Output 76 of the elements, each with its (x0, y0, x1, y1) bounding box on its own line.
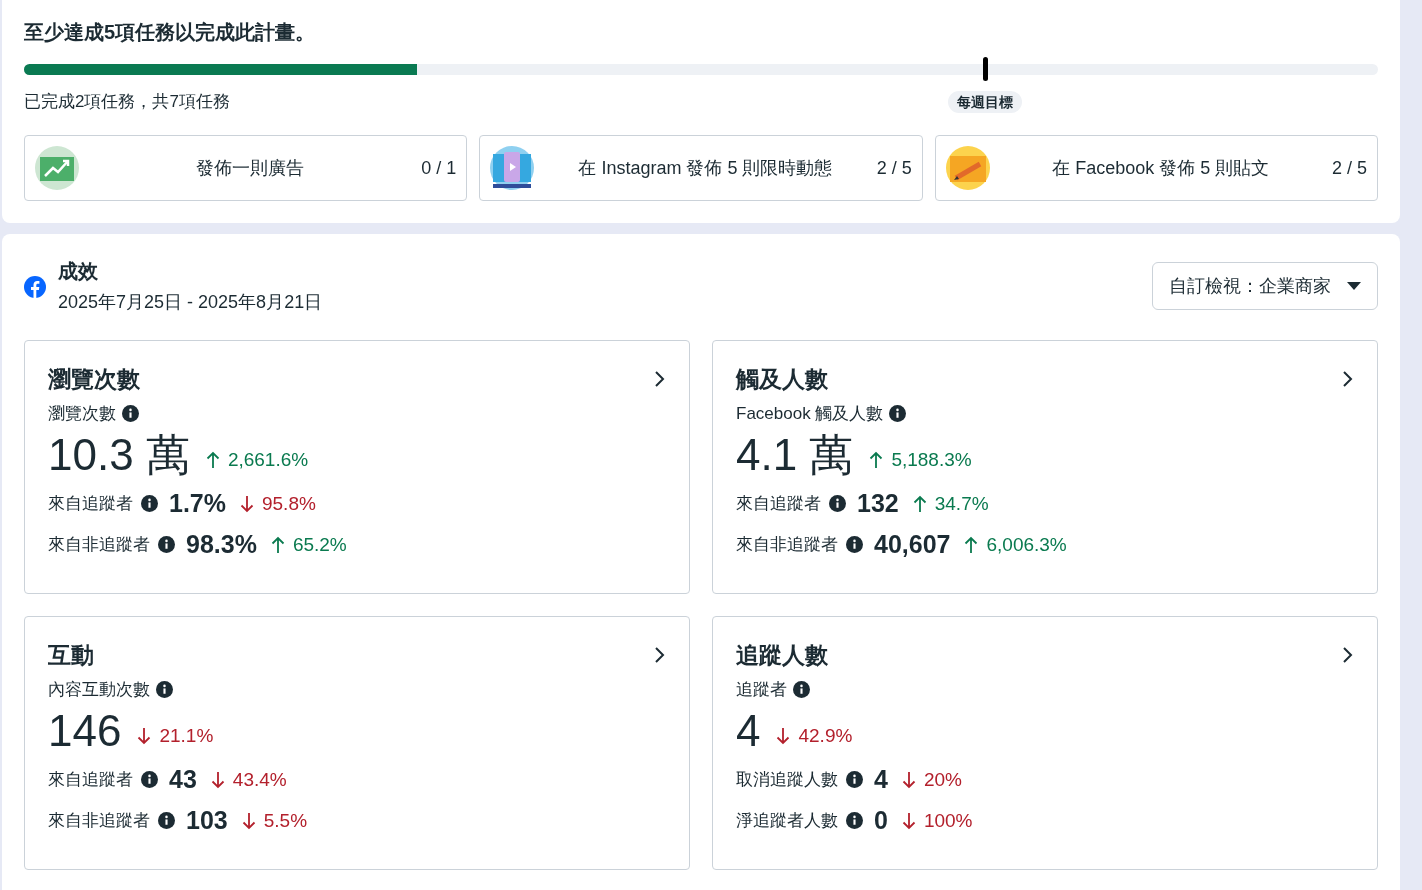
task-card[interactable]: 在 Instagram 發佈 5 則限時動態 2 / 5 (479, 135, 923, 201)
task-label: 在 Instagram 發佈 5 則限時動態 (577, 157, 834, 180)
progress-summary: 已完成2項任務，共7項任務 (24, 92, 230, 111)
change-percent: 6,006.3% (986, 533, 1067, 556)
metric-subtitle: 追蹤者 (736, 678, 787, 701)
metric-title: 瀏覽次數 (48, 365, 140, 394)
caret-down-icon (1347, 282, 1361, 290)
chart-icon (35, 146, 79, 190)
chevron-right-icon[interactable] (654, 370, 666, 388)
info-icon (829, 495, 846, 512)
date-range: 2025年7月25日 - 2025年8月21日 (58, 291, 324, 314)
breakdown-label: 來自追蹤者 (48, 769, 133, 791)
change-percent: 21.1% (159, 725, 214, 747)
info-icon (158, 536, 175, 553)
change-percent: 2,661.6% (227, 449, 309, 471)
info-icon (141, 495, 158, 512)
info-icon (846, 812, 863, 829)
custom-view-dropdown[interactable]: 自訂檢視：企業商家 (1152, 262, 1378, 310)
change-percent: 100% (923, 809, 973, 832)
info-icon (846, 771, 863, 788)
breakdown-label: 來自追蹤者 (48, 493, 133, 515)
info-icon (793, 680, 810, 698)
metric-title: 觸及人數 (736, 365, 828, 394)
task-card[interactable]: 在 Facebook 發佈 5 則貼文 2 / 5 (934, 135, 1378, 201)
chevron-right-icon[interactable] (1342, 370, 1354, 388)
metric-subtitle: Facebook 觸及人數 (736, 402, 884, 425)
plan-title: 至少達成5項任務以完成此計畫。 (24, 20, 317, 45)
breakdown-value: 132 (857, 489, 899, 518)
breakdown-value: 40,607 (874, 530, 951, 559)
breakdown-label: 淨追蹤者人數 (736, 810, 838, 832)
task-label: 發佈一則廣告 (195, 157, 306, 180)
metric-title: 追蹤人數 (736, 641, 828, 670)
breakdown-label: 來自非追蹤者 (48, 534, 150, 556)
facebook-logo-icon (24, 276, 46, 298)
info-icon (158, 812, 175, 829)
change-percent: 5,188.3% (891, 449, 972, 471)
metric-subtitle: 內容互動次數 (48, 678, 150, 701)
info-icon (141, 771, 158, 788)
task-count: 0 / 1 (421, 157, 457, 179)
breakdown-label: 來自非追蹤者 (48, 810, 150, 832)
change-percent: 5.5% (263, 809, 308, 832)
change-percent: 42.9% (798, 725, 853, 747)
breakdown-value: 98.3% (186, 530, 257, 559)
info-icon (846, 536, 863, 553)
metric-value: 4 (736, 705, 761, 757)
breakdown-label: 取消追蹤人數 (736, 769, 838, 791)
chevron-right-icon[interactable] (654, 646, 666, 664)
info-icon (122, 404, 139, 422)
breakdown-label: 來自追蹤者 (736, 493, 821, 515)
change-percent: 65.2% (292, 533, 347, 556)
info-icon (889, 404, 907, 422)
chevron-right-icon[interactable] (1342, 646, 1354, 664)
task-count: 2 / 5 (1331, 157, 1367, 179)
change-percent: 43.4% (232, 768, 287, 791)
task-label: 在 Facebook 發佈 5 則貼文 (1051, 157, 1271, 180)
breakdown-value: 4 (874, 765, 888, 794)
metric-value: 4.1 萬 (736, 429, 854, 481)
change-percent: 34.7% (934, 492, 989, 515)
task-card[interactable]: 發佈一則廣告 0 / 1 (24, 135, 468, 201)
goal-label: 每週目標 (948, 91, 1023, 113)
task-count: 2 / 5 (876, 157, 912, 179)
breakdown-value: 103 (186, 806, 228, 835)
breakdown-value: 1.7% (169, 489, 226, 518)
breakdown-value: 0 (874, 806, 888, 835)
change-percent: 20% (923, 768, 962, 791)
breakdown-value: 43 (169, 765, 197, 794)
change-percent: 95.8% (262, 492, 316, 515)
metric-subtitle: 瀏覽次數 (48, 402, 116, 425)
breakdown-label: 來自非追蹤者 (736, 534, 838, 556)
metric-title: 互動 (48, 641, 94, 670)
metric-value: 146 (48, 705, 122, 757)
section-title: 成效 (58, 259, 99, 284)
info-icon (156, 680, 173, 698)
pencil-icon (945, 146, 990, 190)
metric-value: 10.3 萬 (48, 429, 190, 481)
phone-icon (490, 146, 535, 190)
